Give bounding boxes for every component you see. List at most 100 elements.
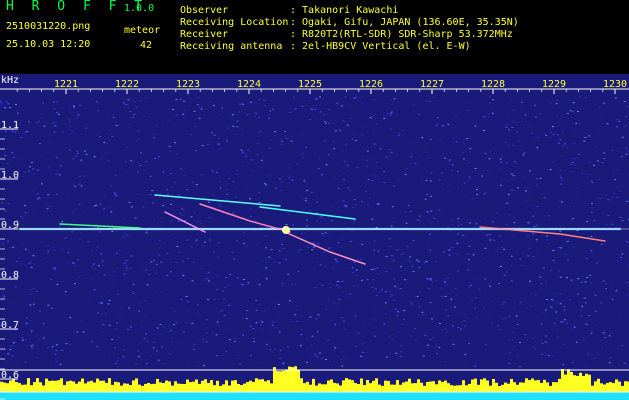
- noise-dot: [529, 205, 532, 207]
- antenna-label: Receiving antenna: [180, 41, 283, 52]
- level-bar: [519, 382, 522, 392]
- noise-dot: [285, 138, 288, 139]
- noise-dot: [49, 365, 51, 366]
- noise-dot: [98, 347, 101, 349]
- noise-dot: [14, 286, 17, 288]
- noise-dot: [590, 180, 593, 182]
- noise-dot: [36, 357, 39, 359]
- noise-dot: [521, 107, 524, 109]
- level-bar: [231, 380, 234, 392]
- noise-dot: [470, 299, 473, 301]
- noise-dot: [553, 322, 556, 324]
- noise-dot: [178, 194, 181, 196]
- noise-dot: [165, 275, 168, 276]
- noise-dot: [530, 133, 533, 134]
- noise-dot: [489, 239, 492, 241]
- noise-dot: [400, 256, 403, 257]
- noise-dot: [263, 99, 266, 101]
- noise-dot: [564, 159, 567, 161]
- noise-dot: [319, 264, 322, 266]
- level-bar: [174, 381, 177, 392]
- noise-dot: [38, 338, 41, 340]
- noise-dot: [399, 356, 402, 357]
- noise-dot: [524, 334, 526, 336]
- noise-dot: [345, 207, 348, 209]
- noise-dot: [48, 166, 51, 168]
- level-bar: [396, 380, 399, 392]
- noise-dot: [589, 124, 592, 126]
- noise-dot: [474, 125, 477, 127]
- noise-dot: [542, 312, 545, 314]
- noise-dot: [176, 246, 179, 247]
- noise-dot: [59, 225, 61, 227]
- noise-dot: [113, 192, 116, 194]
- level-bar: [162, 383, 165, 392]
- noise-dot: [235, 337, 238, 339]
- noise-dot: [468, 286, 471, 288]
- noise-dot: [173, 324, 175, 326]
- noise-dot: [440, 172, 443, 174]
- noise-dot: [444, 280, 447, 282]
- noise-dot: [406, 168, 409, 169]
- noise-dot: [511, 145, 514, 147]
- noise-dot: [545, 134, 548, 136]
- noise-dot: [570, 279, 573, 281]
- noise-dot: [591, 181, 594, 183]
- noise-dot: [468, 176, 471, 178]
- noise-dot: [179, 212, 182, 214]
- noise-dot: [438, 138, 441, 140]
- noise-dot: [278, 262, 281, 264]
- noise-dot: [393, 260, 396, 261]
- noise-dot: [255, 300, 258, 301]
- noise-dot: [512, 143, 514, 145]
- noise-dot: [123, 223, 126, 225]
- noise-dot: [441, 255, 444, 257]
- noise-dot: [36, 193, 39, 195]
- noise-dot: [546, 235, 549, 237]
- noise-dot: [194, 126, 197, 128]
- noise-dot: [169, 150, 172, 152]
- noise-dot: [589, 174, 592, 176]
- noise-dot: [374, 287, 377, 289]
- noise-dot: [249, 101, 252, 103]
- noise-dot: [196, 220, 199, 222]
- noise-dot: [48, 205, 51, 207]
- noise-dot: [207, 299, 210, 301]
- noise-dot: [30, 338, 33, 340]
- noise-dot: [140, 326, 143, 328]
- noise-dot: [166, 253, 169, 255]
- noise-dot: [52, 101, 55, 103]
- noise-dot: [18, 165, 21, 167]
- noise-dot: [119, 249, 122, 251]
- noise-dot: [371, 218, 374, 220]
- noise-dot: [536, 206, 539, 208]
- noise-dot: [253, 341, 256, 343]
- noise-dot: [560, 247, 563, 249]
- noise-dot: [415, 219, 418, 221]
- noise-dot: [396, 315, 399, 317]
- noise-dot: [125, 267, 128, 269]
- noise-dot: [353, 199, 356, 201]
- noise-dot: [242, 242, 245, 244]
- noise-dot: [389, 267, 392, 269]
- noise-dot: [190, 246, 193, 248]
- noise-dot: [551, 328, 553, 330]
- noise-dot: [215, 334, 218, 336]
- noise-dot: [323, 114, 326, 116]
- noise-dot: [88, 201, 91, 203]
- noise-dot: [7, 203, 10, 205]
- level-bar: [438, 380, 441, 392]
- noise-dot: [333, 123, 336, 125]
- noise-dot: [152, 325, 155, 327]
- noise-dot: [169, 353, 172, 355]
- freq-tick-label: 0.8: [1, 270, 19, 281]
- noise-dot: [186, 365, 189, 367]
- noise-dot: [616, 169, 619, 170]
- noise-dot: [503, 301, 506, 303]
- noise-dot: [142, 206, 145, 208]
- noise-dot: [391, 110, 393, 112]
- noise-dot: [79, 238, 82, 240]
- noise-dot: [608, 362, 611, 364]
- noise-dot: [52, 246, 55, 248]
- level-bar: [429, 381, 432, 392]
